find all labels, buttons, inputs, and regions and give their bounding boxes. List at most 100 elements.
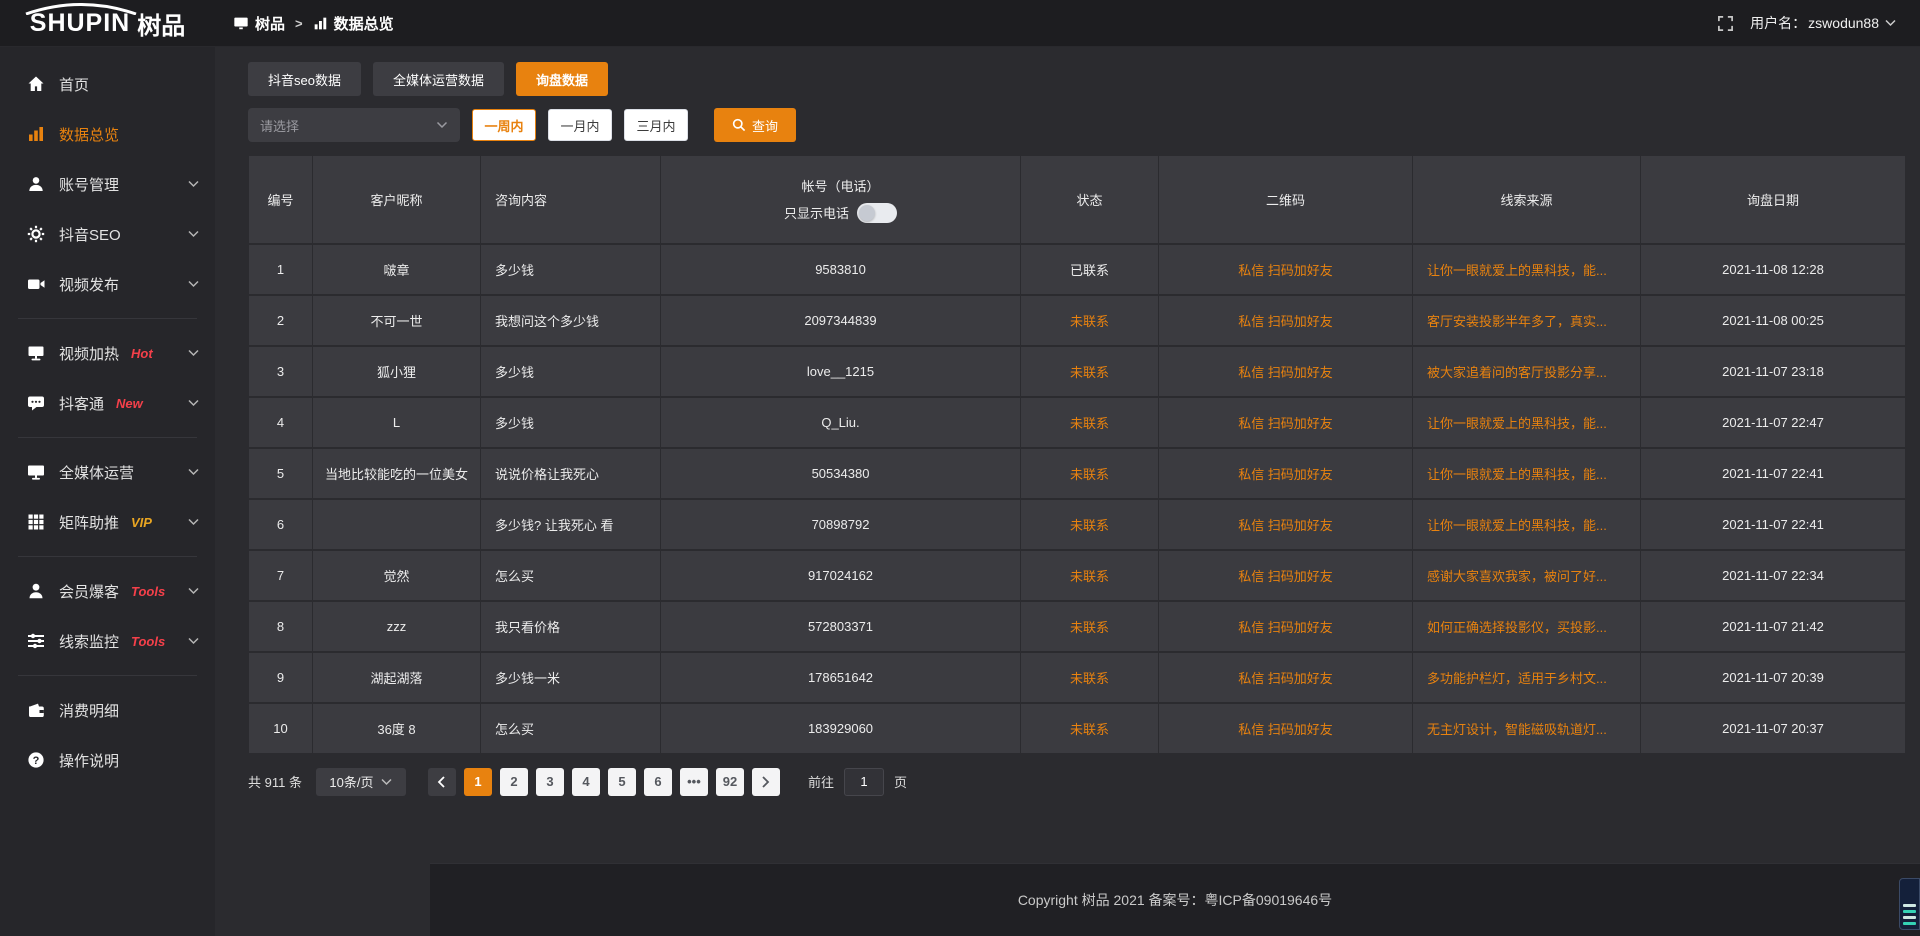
qrcode-link[interactable]: 私信 扫码加好友	[1238, 569, 1333, 584]
goto-unit: 页	[894, 772, 907, 791]
chevron-down-icon	[188, 637, 199, 645]
cell-nickname: 湖起湖落	[313, 652, 481, 703]
source-link[interactable]: 多功能护栏灯，适用于乡村文...	[1427, 671, 1607, 686]
search-button[interactable]: 查询	[714, 108, 796, 142]
cell-date: 2021-11-07 21:42	[1641, 601, 1906, 652]
qrcode-link[interactable]: 私信 扫码加好友	[1238, 620, 1333, 635]
qrcode-link[interactable]: 私信 扫码加好友	[1238, 314, 1333, 329]
source-link[interactable]: 被大家追着问的客厅投影分享...	[1427, 365, 1607, 380]
footer: Copyright 树品 2021 备案号：粤ICP备09019646号	[430, 863, 1920, 936]
widget-bar	[1903, 922, 1916, 925]
sidebar-item-label: 全媒体运营	[59, 462, 134, 483]
qrcode-link[interactable]: 私信 扫码加好友	[1238, 263, 1333, 278]
sidebar-item-data-overview[interactable]: 数据总览	[0, 109, 215, 159]
sidebar-item-label: 操作说明	[59, 750, 119, 771]
sidebar-item-douyin-seo[interactable]: 抖音SEO	[0, 209, 215, 259]
cell-id: 6	[249, 499, 313, 550]
cell-nickname: L	[313, 397, 481, 448]
sidebar-item-account[interactable]: 账号管理	[0, 159, 215, 209]
qrcode-link[interactable]: 私信 扫码加好友	[1238, 416, 1333, 431]
page-button-4[interactable]: 4	[572, 768, 600, 796]
table-row: 4L多少钱Q_Liu.未联系私信 扫码加好友让你一眼就爱上的黑科技，能...20…	[249, 397, 1906, 448]
camera-icon	[27, 275, 45, 293]
page-size-select[interactable]: 10条/页	[316, 768, 406, 796]
page-button-1[interactable]: 1	[464, 768, 492, 796]
cell-date: 2021-11-07 20:37	[1641, 703, 1906, 754]
qrcode-link[interactable]: 私信 扫码加好友	[1238, 467, 1333, 482]
chevron-down-icon	[188, 587, 199, 595]
sidebar-item-member-boom[interactable]: 会员爆客Tools	[0, 566, 215, 616]
grid-icon	[27, 513, 45, 531]
cell-account: 178651642	[661, 652, 1021, 703]
phone-only-toggle[interactable]	[857, 203, 897, 223]
page-button-3[interactable]: 3	[536, 768, 564, 796]
user-icon	[27, 175, 45, 193]
username-label: 用户名：	[1750, 13, 1806, 33]
sidebar-item-video-heat[interactable]: 视频加热Hot	[0, 328, 215, 378]
cell-content: 多少钱	[481, 346, 661, 397]
source-link[interactable]: 让你一眼就爱上的黑科技，能...	[1427, 518, 1607, 533]
breadcrumb-label: 数据总览	[334, 13, 394, 34]
qrcode-link[interactable]: 私信 扫码加好友	[1238, 365, 1333, 380]
sidebar-item-video-publish[interactable]: 视频发布	[0, 259, 215, 309]
source-link[interactable]: 客厅安装投影半年多了，真实...	[1427, 314, 1607, 329]
qrcode-link[interactable]: 私信 扫码加好友	[1238, 518, 1333, 533]
user-menu[interactable]: 用户名：zswodun88	[1750, 13, 1896, 33]
period-button-quarter[interactable]: 三月内	[624, 109, 688, 141]
sidebar-item-home[interactable]: 首页	[0, 59, 215, 109]
page-ellipsis-button[interactable]: •••	[680, 768, 708, 796]
question-icon: ?	[27, 751, 45, 769]
period-button-week[interactable]: 一周内	[472, 109, 536, 141]
prev-page-button[interactable]	[428, 768, 456, 796]
qrcode-link[interactable]: 私信 扫码加好友	[1238, 722, 1333, 737]
cell-status: 未联系	[1021, 346, 1159, 397]
page-button-5[interactable]: 5	[608, 768, 636, 796]
sidebar-item-media-ops[interactable]: 全媒体运营	[0, 447, 215, 497]
pagination: 共 911 条 10条/页 123456•••92 前往	[248, 768, 1905, 796]
tab-inquiry-data[interactable]: 询盘数据	[516, 62, 608, 96]
chevron-down-icon	[188, 518, 199, 526]
cell-nickname: zzz	[313, 601, 481, 652]
qrcode-link[interactable]: 私信 扫码加好友	[1238, 671, 1333, 686]
source-link[interactable]: 让你一眼就爱上的黑科技，能...	[1427, 467, 1607, 482]
fullscreen-icon[interactable]	[1717, 15, 1734, 32]
breadcrumb-item-app[interactable]: 树品	[233, 13, 285, 34]
breadcrumb-item-page[interactable]: 数据总览	[313, 13, 394, 34]
cell-content: 说说价格让我死心	[481, 448, 661, 499]
page-button-92[interactable]: 92	[716, 768, 744, 796]
main-panel: 抖音seo数据全媒体运营数据询盘数据 请选择 一周内一月内三月内 查询	[215, 47, 1920, 936]
cell-date: 2021-11-08 12:28	[1641, 244, 1906, 295]
tab-media-ops-data[interactable]: 全媒体运营数据	[373, 62, 504, 96]
sidebar-item-doukatong[interactable]: 抖客通New	[0, 378, 215, 428]
goto-page-input[interactable]	[844, 768, 884, 796]
source-link[interactable]: 感谢大家喜欢我家，被问了好...	[1427, 569, 1607, 584]
bar-chart-icon	[313, 16, 328, 31]
sidebar-item-leads-monitor[interactable]: 线索监控Tools	[0, 616, 215, 666]
source-link[interactable]: 无主灯设计，智能磁吸轨道灯...	[1427, 722, 1607, 737]
chevron-down-icon	[436, 121, 448, 129]
table-row: 6多少钱? 让我死心 看70898792未联系私信 扫码加好友让你一眼就爱上的黑…	[249, 499, 1906, 550]
sidebar-item-matrix-boost[interactable]: 矩阵助推VIP	[0, 497, 215, 547]
cell-date: 2021-11-08 00:25	[1641, 295, 1906, 346]
header-source: 线索来源	[1413, 156, 1641, 244]
sidebar-item-badge: Hot	[131, 346, 153, 361]
username-value: zswodun88	[1808, 15, 1879, 31]
account-select[interactable]: 请选择	[248, 108, 460, 142]
period-button-month[interactable]: 一月内	[548, 109, 612, 141]
source-link[interactable]: 如何正确选择投影仪，买投影...	[1427, 620, 1607, 635]
cell-account: 2097344839	[661, 295, 1021, 346]
tab-douyin-seo-data[interactable]: 抖音seo数据	[248, 62, 361, 96]
source-link[interactable]: 让你一眼就爱上的黑科技，能...	[1427, 263, 1607, 278]
cell-content: 我想问这个多少钱	[481, 295, 661, 346]
sidebar-item-help[interactable]: ? 操作说明	[0, 735, 215, 785]
sidebar-item-consume[interactable]: 消费明细	[0, 685, 215, 735]
page-button-6[interactable]: 6	[644, 768, 672, 796]
floating-widget[interactable]	[1899, 878, 1920, 930]
cell-nickname: 不可一世	[313, 295, 481, 346]
next-page-button[interactable]	[752, 768, 780, 796]
table-row: 7觉然怎么买917024162未联系私信 扫码加好友感谢大家喜欢我家，被问了好.…	[249, 550, 1906, 601]
cell-status: 未联系	[1021, 448, 1159, 499]
page-button-2[interactable]: 2	[500, 768, 528, 796]
source-link[interactable]: 让你一眼就爱上的黑科技，能...	[1427, 416, 1607, 431]
cell-content: 多少钱	[481, 244, 661, 295]
